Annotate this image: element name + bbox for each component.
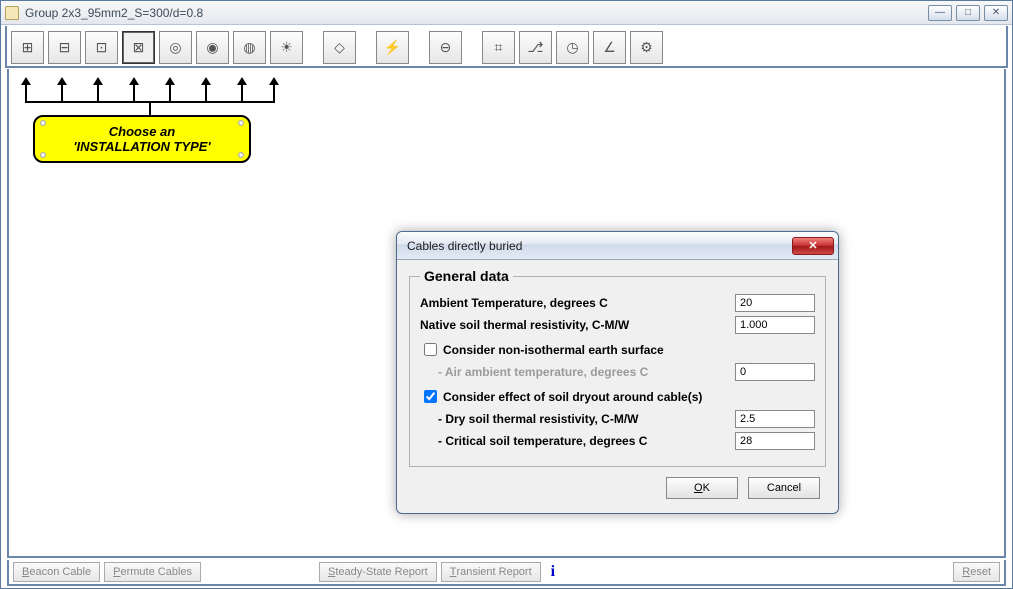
zoom-icon[interactable]: ⊖	[429, 31, 462, 64]
ok-button[interactable]: OK	[666, 477, 738, 499]
gear-icon[interactable]: ⚙	[630, 31, 663, 64]
folder-icon	[5, 6, 19, 20]
arrows-diagram	[25, 83, 275, 105]
callout-line2: 'INSTALLATION TYPE'	[73, 139, 210, 154]
critical-temp-label: - Critical soil temperature, degrees C	[420, 434, 735, 448]
bottom-bar: Beacon Cable Permute Cables Steady-State…	[7, 560, 1006, 586]
soil-dryout-label: Consider effect of soil dryout around ca…	[443, 390, 702, 404]
dialog-titlebar[interactable]: Cables directly buried ✕	[397, 232, 838, 260]
non-isothermal-label: Consider non-isothermal earth surface	[443, 343, 664, 357]
transient-report-button[interactable]: Transient Report	[441, 562, 541, 582]
angle-icon[interactable]: ∠	[593, 31, 626, 64]
ambient-temperature-input[interactable]	[735, 294, 815, 312]
app-window: Group 2x3_95mm2_S=300/d=0.8 — □ ✕ ⊞ ⊟ ⊡ …	[0, 0, 1013, 589]
permute-cables-button[interactable]: Permute Cables	[104, 562, 201, 582]
info-icon[interactable]: i	[545, 563, 561, 581]
dry-resistivity-input[interactable]	[735, 410, 815, 428]
window-buttons: — □ ✕	[928, 5, 1008, 21]
callout-line1: Choose an	[109, 124, 175, 139]
dialog-buttons: OK Cancel	[409, 467, 826, 509]
native-resistivity-label: Native soil thermal resistivity, C-M/W	[420, 318, 735, 332]
cancel-button[interactable]: Cancel	[748, 477, 820, 499]
window-title: Group 2x3_95mm2_S=300/d=0.8	[25, 6, 203, 20]
install-type-6[interactable]: ◉	[196, 31, 229, 64]
bolt-icon[interactable]: ⚡	[376, 31, 409, 64]
ambient-temperature-label: Ambient Temperature, degrees C	[420, 296, 735, 310]
installation-type-callout: Choose an 'INSTALLATION TYPE'	[33, 115, 251, 163]
install-type-4-selected[interactable]: ⊠	[122, 31, 155, 64]
install-type-sun[interactable]: ☀	[270, 31, 303, 64]
air-ambient-label: - Air ambient temperature, degrees C	[420, 365, 735, 379]
axes1-icon[interactable]: ⌗	[482, 31, 515, 64]
reset-button[interactable]: Reset	[953, 562, 1000, 582]
general-data-group: General data Ambient Temperature, degree…	[409, 268, 826, 467]
maximize-button[interactable]: □	[956, 5, 980, 21]
dialog-title: Cables directly buried	[407, 239, 522, 253]
air-ambient-input[interactable]	[735, 363, 815, 381]
install-type-7[interactable]: ◍	[233, 31, 266, 64]
axes2-icon[interactable]: ⎇	[519, 31, 552, 64]
soil-dryout-checkbox[interactable]	[424, 390, 437, 403]
install-type-3[interactable]: ⊡	[85, 31, 118, 64]
non-isothermal-checkbox[interactable]	[424, 343, 437, 356]
dry-resistivity-label: - Dry soil thermal resistivity, C-M/W	[420, 412, 735, 426]
critical-temp-input[interactable]	[735, 432, 815, 450]
general-data-legend: General data	[420, 268, 513, 284]
minimize-button[interactable]: —	[928, 5, 952, 21]
compass-icon[interactable]: ◷	[556, 31, 589, 64]
dialog-close-button[interactable]: ✕	[792, 237, 834, 255]
toolbar: ⊞ ⊟ ⊡ ⊠ ◎ ◉ ◍ ☀ ◇ ⚡ ⊖ ⌗ ⎇ ◷ ∠ ⚙	[5, 26, 1008, 68]
dialog-body: General data Ambient Temperature, degree…	[397, 260, 838, 513]
install-type-5[interactable]: ◎	[159, 31, 192, 64]
native-resistivity-input[interactable]	[735, 316, 815, 334]
titlebar: Group 2x3_95mm2_S=300/d=0.8 — □ ✕	[1, 1, 1012, 25]
install-type-1[interactable]: ⊞	[11, 31, 44, 64]
close-button[interactable]: ✕	[984, 5, 1008, 21]
beacon-cable-button[interactable]: Beacon Cable	[13, 562, 100, 582]
diamond-icon[interactable]: ◇	[323, 31, 356, 64]
steady-state-report-button[interactable]: Steady-State Report	[319, 562, 437, 582]
cables-buried-dialog: Cables directly buried ✕ General data Am…	[396, 231, 839, 514]
install-type-2[interactable]: ⊟	[48, 31, 81, 64]
